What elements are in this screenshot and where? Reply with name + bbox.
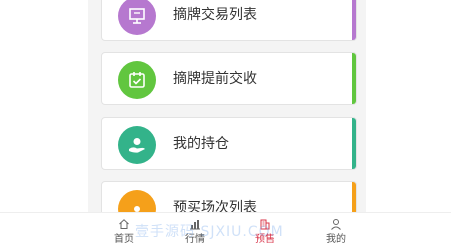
menu-card-label: 我的持仓 bbox=[173, 136, 229, 152]
menu-card-label: 摘牌提前交收 bbox=[173, 71, 257, 87]
presale-page: 摘牌交易列表 摘牌提前交收 我的持仓 预买场次列表 首页 行情 预售 我的 壹手… bbox=[0, 0, 451, 252]
tab-label: 我的 bbox=[326, 234, 346, 245]
menu-card-icon-circle bbox=[118, 0, 156, 35]
menu-card-icon-circle bbox=[118, 126, 156, 164]
menu-card-my-positions[interactable]: 我的持仓 bbox=[101, 117, 357, 170]
home-icon bbox=[119, 219, 129, 229]
watermark-text: 壹手源码 SJXIU.COM bbox=[135, 224, 284, 240]
menu-card-delisting-trade-list[interactable]: 摘牌交易列表 bbox=[101, 0, 357, 41]
menu-card-icon-circle bbox=[118, 61, 156, 99]
presentation-board-icon bbox=[129, 8, 145, 24]
tab-mine[interactable]: 我的 bbox=[306, 213, 366, 252]
menu-card-accent-stripe bbox=[352, 53, 356, 104]
menu-card-delisting-early-delivery[interactable]: 摘牌提前交收 bbox=[101, 52, 357, 105]
calendar-check-icon bbox=[129, 72, 145, 88]
menu-card-label: 摘牌交易列表 bbox=[173, 7, 257, 23]
user-icon bbox=[331, 219, 341, 230]
menu-card-accent-stripe bbox=[352, 118, 356, 169]
hand-coin-icon bbox=[129, 138, 145, 153]
menu-card-accent-stripe bbox=[352, 0, 356, 40]
